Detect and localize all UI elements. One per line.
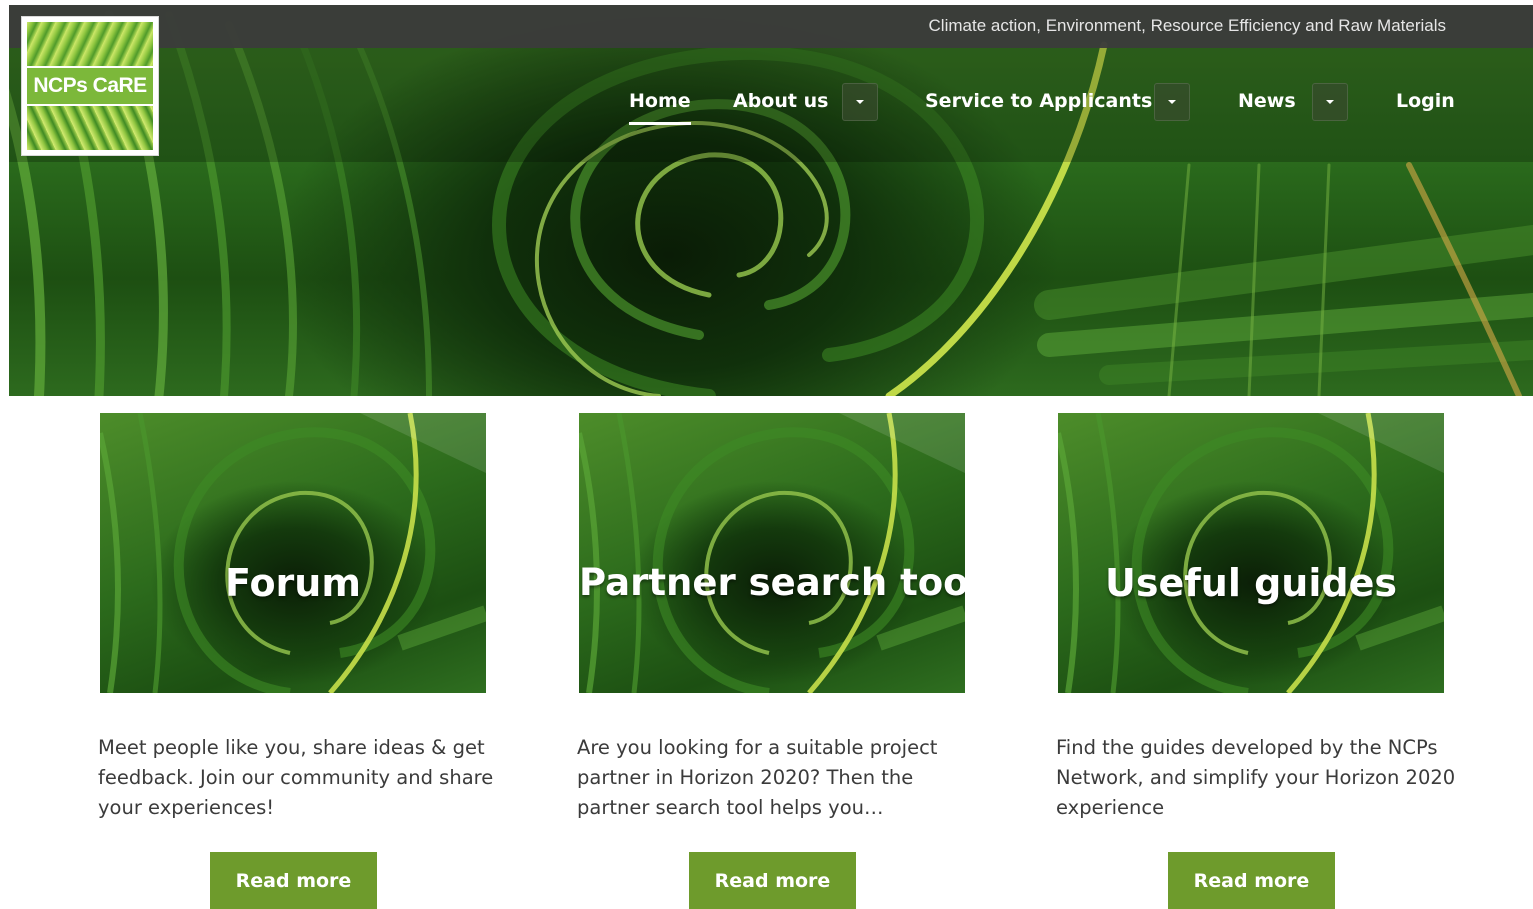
main-nav: Home About us Service to Applicants News…	[0, 83, 1533, 125]
nav-about-us-dropdown-toggle[interactable]	[842, 83, 878, 121]
logo-leaf-image-top	[27, 22, 153, 66]
card-image-partner-search[interactable]: Partner search tool	[579, 413, 965, 693]
card-text-partner-search: Are you looking for a suitable project p…	[577, 736, 938, 819]
top-bar: Climate action, Environment, Resource Ef…	[9, 5, 1533, 48]
nav-login[interactable]: Login	[1396, 90, 1455, 112]
read-more-button-partner-search[interactable]: Read more	[689, 852, 856, 909]
caret-down-icon	[1326, 100, 1334, 104]
read-more-button-forum[interactable]: Read more	[210, 852, 377, 909]
nav-news-dropdown-toggle[interactable]	[1312, 83, 1348, 121]
page-edge-left	[0, 0, 9, 396]
card-title-useful-guides: Useful guides	[1105, 561, 1397, 605]
caret-down-icon	[1168, 100, 1176, 104]
card-spiral-art	[1058, 413, 1444, 693]
card-text-forum: Meet people like you, share ideas & get …	[98, 736, 494, 819]
card-spiral-art	[100, 413, 486, 693]
nav-home[interactable]: Home	[629, 90, 691, 125]
read-more-button-useful-guides[interactable]: Read more	[1168, 852, 1335, 909]
nav-news[interactable]: News	[1238, 90, 1296, 112]
nav-about-us[interactable]: About us	[733, 90, 828, 112]
caret-down-icon	[856, 100, 864, 104]
card-text-useful-guides: Find the guides developed by the NCPs Ne…	[1056, 736, 1456, 819]
card-title-forum: Forum	[225, 561, 361, 605]
nav-service-dropdown-toggle[interactable]	[1154, 83, 1190, 121]
nav-service-to-applicants[interactable]: Service to Applicants	[925, 90, 1152, 112]
hero-banner: Climate action, Environment, Resource Ef…	[9, 5, 1533, 396]
card-title-partner-search: Partner search tool	[579, 561, 965, 604]
site-tagline: Climate action, Environment, Resource Ef…	[928, 16, 1446, 35]
card-spiral-art	[579, 413, 965, 693]
card-image-forum[interactable]: Forum	[100, 413, 486, 693]
card-image-useful-guides[interactable]: Useful guides	[1058, 413, 1444, 693]
